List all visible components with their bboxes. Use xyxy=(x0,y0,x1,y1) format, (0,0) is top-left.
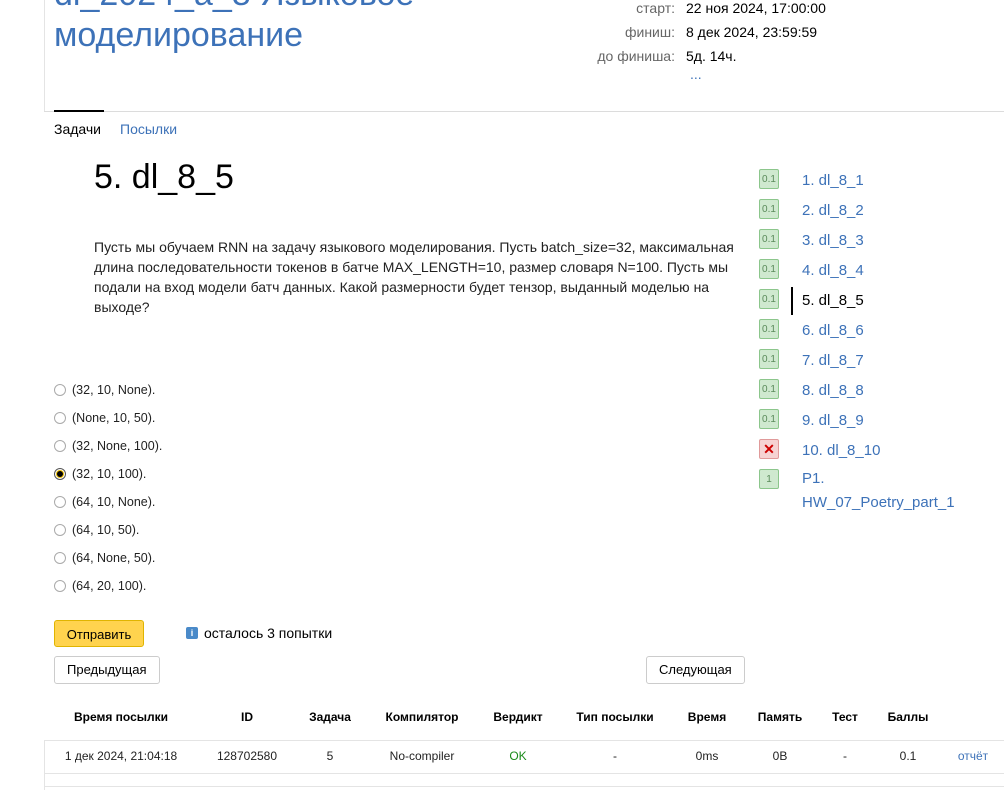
contest-title-line2: моделирование xyxy=(54,16,304,54)
header-task: Задача xyxy=(309,710,351,724)
answer-option[interactable]: (32, 10, None). xyxy=(54,376,162,404)
answer-option[interactable]: (32, 10, 100). xyxy=(54,460,162,488)
cell-time: 1 дек 2024, 21:04:18 xyxy=(64,749,178,763)
header-divider xyxy=(44,111,1004,112)
problem-link[interactable]: P1. HW_07_Poetry_part_1 xyxy=(802,467,972,515)
cell-id: 128702580 xyxy=(216,749,278,763)
answer-option[interactable]: (None, 10, 50). xyxy=(54,404,162,432)
cell-memory: 0B xyxy=(772,749,788,763)
contest-meta-values: 22 ноя 2024, 17:00:00 8 дек 2024, 23:59:… xyxy=(686,0,826,68)
problem-title: 5. dl_8_5 xyxy=(94,158,234,196)
submissions-table-header: Время посылки ID Задача Компилятор Верди… xyxy=(0,710,1004,728)
option-label: (32, 10, 100). xyxy=(72,467,147,481)
cell-type: - xyxy=(613,749,617,763)
answer-option[interactable]: (32, None, 100). xyxy=(54,432,162,460)
frame-border xyxy=(44,0,45,111)
table-row: 1 дек 2024, 21:04:18 128702580 5 No-comp… xyxy=(0,749,1004,767)
answer-option[interactable]: (64, 10, None). xyxy=(54,488,162,516)
header-test: Тест xyxy=(832,710,858,724)
option-label: (64, None, 50). xyxy=(72,551,156,565)
header-id: ID xyxy=(241,710,253,724)
table-row-border xyxy=(44,740,1004,741)
option-label: (64, 10, None). xyxy=(72,495,156,509)
score-badge: 0.1 xyxy=(759,319,779,339)
cell-task: 5 xyxy=(326,749,334,763)
contest-title: dl_2024_a_8 Языковое моделирование xyxy=(54,0,414,56)
radio-button-selected[interactable] xyxy=(54,468,66,480)
problem-link[interactable]: 9. dl_8_9 xyxy=(802,411,864,431)
answer-option[interactable]: (64, 10, 50). xyxy=(54,516,162,544)
next-button[interactable]: Следующая xyxy=(646,656,745,684)
radio-button[interactable] xyxy=(54,440,66,452)
score-badge: 0.1 xyxy=(759,169,779,189)
start-label: старт: xyxy=(636,0,675,16)
option-label: (64, 20, 100). xyxy=(72,579,147,593)
problem-link[interactable]: 5. dl_8_5 xyxy=(802,291,864,311)
header-score: Баллы xyxy=(887,710,929,724)
header-time: Время посылки xyxy=(73,710,169,724)
start-value: 22 ноя 2024, 17:00:00 xyxy=(686,0,826,16)
radio-button[interactable] xyxy=(54,524,66,536)
score-badge: 0.1 xyxy=(759,259,779,279)
answer-options: (32, 10, None). (None, 10, 50). (32, Non… xyxy=(54,376,162,600)
radio-button[interactable] xyxy=(54,580,66,592)
submit-button[interactable]: Отправить xyxy=(54,620,144,647)
problem-link[interactable]: 2. dl_8_2 xyxy=(802,201,864,221)
problem-statement: Пусть мы обучаем RNN на задачу языкового… xyxy=(94,239,734,315)
active-tab-indicator xyxy=(54,110,104,112)
attempts-text: осталось 3 попытки xyxy=(204,625,333,641)
remaining-value: 5д. 14ч. xyxy=(686,48,737,64)
problem-link[interactable]: 8. dl_8_8 xyxy=(802,381,864,401)
option-label: (32, None, 100). xyxy=(72,439,163,453)
header-type: Тип посылки xyxy=(576,710,654,724)
score-badge: 0.1 xyxy=(759,409,779,429)
previous-button[interactable]: Предыдущая xyxy=(54,656,160,684)
score-badge: 0.1 xyxy=(759,349,779,369)
answer-option[interactable]: (64, None, 50). xyxy=(54,544,162,572)
header-compiler: Компилятор xyxy=(385,710,459,724)
current-problem-marker xyxy=(791,287,793,315)
remaining-label: до финиша: xyxy=(597,48,675,64)
table-bottom-border xyxy=(44,786,1004,787)
option-label: (64, 10, 50). xyxy=(72,523,140,537)
score-badge: 0.1 xyxy=(759,289,779,309)
score-badge: 0.1 xyxy=(759,199,779,219)
score-badge: 0.1 xyxy=(759,229,779,249)
tab-problems[interactable]: Задачи xyxy=(54,121,101,137)
header-memory: Память xyxy=(757,710,803,724)
cell-runtime: 0ms xyxy=(695,749,719,763)
radio-button[interactable] xyxy=(54,496,66,508)
problem-link[interactable]: 6. dl_8_6 xyxy=(802,321,864,341)
option-label: (32, 10, None). xyxy=(72,383,156,397)
header-runtime: Время xyxy=(687,710,727,724)
fail-x-icon: ✕ xyxy=(759,439,779,459)
cell-test: - xyxy=(843,749,847,763)
radio-button[interactable] xyxy=(54,384,66,396)
answer-option[interactable]: (64, 20, 100). xyxy=(54,572,162,600)
contest-title-line1: dl_2024_a_8 Языковое xyxy=(54,0,414,15)
report-link[interactable]: отчёт xyxy=(958,749,988,763)
contest-meta-labels: старт: финиш: до финиша: xyxy=(597,0,675,68)
tab-submissions[interactable]: Посылки xyxy=(120,121,177,137)
problem-link[interactable]: 4. dl_8_4 xyxy=(802,261,864,281)
problem-link[interactable]: 3. dl_8_3 xyxy=(802,231,864,251)
cell-compiler: No-compiler xyxy=(389,749,455,763)
radio-button[interactable] xyxy=(54,552,66,564)
attempts-remaining: i осталось 3 попытки xyxy=(186,625,332,641)
problem-link[interactable]: 7. dl_8_7 xyxy=(802,351,864,371)
more-link[interactable]: ... xyxy=(690,66,702,82)
finish-label: финиш: xyxy=(624,24,675,40)
problem-link[interactable]: 1. dl_8_1 xyxy=(802,171,864,191)
radio-button[interactable] xyxy=(54,412,66,424)
problem-link[interactable]: 10. dl_8_10 xyxy=(802,441,880,461)
table-row-border xyxy=(44,773,1004,774)
info-icon: i xyxy=(186,627,198,639)
cell-score: 0.1 xyxy=(899,749,917,763)
finish-value: 8 дек 2024, 23:59:59 xyxy=(686,24,818,40)
cell-verdict: OK xyxy=(509,749,527,763)
header-verdict: Вердикт xyxy=(493,710,543,724)
score-badge: 1 xyxy=(759,469,779,489)
option-label: (None, 10, 50). xyxy=(72,411,156,425)
score-badge: 0.1 xyxy=(759,379,779,399)
